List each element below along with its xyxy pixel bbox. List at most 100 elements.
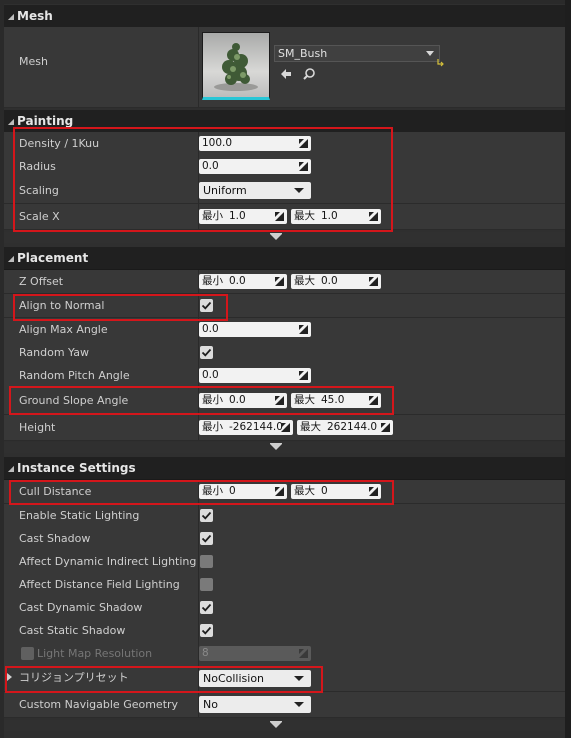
cast-dynamic-shadow-label: Cast Dynamic Shadow <box>19 601 143 614</box>
max-tag: 最大 <box>294 210 315 222</box>
splitter <box>198 27 199 107</box>
drag-handle-icon <box>281 423 290 432</box>
splitter <box>198 596 199 619</box>
splitter <box>198 504 199 527</box>
advanced-expander[interactable] <box>4 442 565 453</box>
drag-handle-icon <box>369 277 378 286</box>
cull-label: Cull Distance <box>19 485 92 498</box>
random-yaw-checkbox[interactable] <box>200 346 213 359</box>
min-tag: 最小 <box>202 485 223 497</box>
drag-handle-icon <box>299 371 308 380</box>
lightmap-label: Light Map Resolution <box>37 647 153 660</box>
scalex-label: Scale X <box>19 210 60 223</box>
radius-value: 0.0 <box>202 160 219 172</box>
category-placement[interactable]: ◢ Placement <box>4 247 565 270</box>
row-scaling: Scaling Uniform <box>4 178 565 204</box>
expand-right-icon[interactable] <box>7 673 12 681</box>
row-cast-dynamic-shadow: Cast Dynamic Shadow <box>4 596 565 620</box>
static-lighting-checkbox[interactable] <box>200 509 213 522</box>
splitter <box>198 527 199 550</box>
nav-geometry-dropdown[interactable]: No <box>199 696 311 713</box>
affect-df-checkbox[interactable] <box>200 578 213 591</box>
mesh-asset-combo[interactable]: SM_Bush <box>274 45 440 62</box>
scalex-max-value: 1.0 <box>321 210 338 222</box>
collision-value: NoCollision <box>203 672 265 685</box>
browse-search-icon[interactable] <box>302 67 316 81</box>
row-affect-dynamic: Affect Dynamic Indirect Lighting <box>4 550 565 574</box>
drag-handle-icon <box>369 487 378 496</box>
cast-static-shadow-checkbox[interactable] <box>200 624 213 637</box>
density-label: Density / 1Kuu <box>19 137 100 150</box>
random-yaw-label: Random Yaw <box>19 346 89 359</box>
height-max-input[interactable]: 最大 262144.0 <box>297 420 393 435</box>
checkmark-icon <box>201 511 212 520</box>
row-zoffset: Z Offset 最小 0.0 最大 0.0 <box>4 270 565 294</box>
row-nav-geometry: Custom Navigable Geometry No <box>4 692 565 718</box>
align-max-value: 0.0 <box>202 323 219 335</box>
drag-handle-icon <box>299 139 308 148</box>
cast-shadow-checkbox[interactable] <box>200 532 213 545</box>
ground-slope-label: Ground Slope Angle <box>19 394 129 407</box>
align-max-input[interactable]: 0.0 <box>199 322 311 337</box>
min-tag: 最小 <box>202 275 223 287</box>
use-selected-arrow-icon[interactable] <box>279 67 293 81</box>
min-tag: 最小 <box>202 210 223 222</box>
static-lighting-label: Enable Static Lighting <box>19 509 140 522</box>
affect-dynamic-checkbox[interactable] <box>200 555 213 568</box>
height-min-input[interactable]: 最小 -262144.0 <box>199 420 293 435</box>
nav-geometry-label: Custom Navigable Geometry <box>19 698 179 711</box>
mesh-thumbnail[interactable] <box>202 32 270 100</box>
drag-handle-icon <box>275 396 284 405</box>
drag-handle-icon <box>369 396 378 405</box>
nav-geometry-value: No <box>203 698 218 711</box>
drag-handle-icon <box>275 277 284 286</box>
row-align-max: Align Max Angle 0.0 <box>4 318 565 342</box>
splitter <box>198 294 199 317</box>
affect-dynamic-label: Affect Dynamic Indirect Lighting <box>19 555 197 568</box>
row-cull-distance: Cull Distance 最小 0 最大 0 <box>4 480 565 504</box>
zoffset-label: Z Offset <box>19 275 64 288</box>
splitter <box>198 341 199 364</box>
checkmark-icon <box>201 348 212 357</box>
drag-handle-icon <box>275 212 284 221</box>
category-painting[interactable]: ◢ Painting <box>4 110 565 133</box>
scalex-max-input[interactable]: 最大 1.0 <box>291 209 381 224</box>
zoffset-min-input[interactable]: 最小 0.0 <box>199 274 287 289</box>
drag-handle-icon <box>275 487 284 496</box>
collision-dropdown[interactable]: NoCollision <box>199 670 311 687</box>
min-tag: 最小 <box>202 421 223 433</box>
cull-max-input[interactable]: 最大 0 <box>291 484 381 499</box>
scrollbar[interactable] <box>565 0 571 738</box>
lightmap-input: 8 <box>199 646 311 661</box>
row-lightmap-resolution: Light Map Resolution 8 <box>4 642 565 666</box>
scalex-min-input[interactable]: 最小 1.0 <box>199 209 287 224</box>
zoffset-max-value: 0.0 <box>321 275 338 287</box>
lightmap-override-checkbox[interactable] <box>21 647 34 660</box>
advanced-expander[interactable] <box>4 720 565 731</box>
align-normal-checkbox[interactable] <box>200 299 213 312</box>
chevron-down-icon <box>426 51 434 56</box>
category-instance-settings[interactable]: ◢ Instance Settings <box>4 457 565 480</box>
random-pitch-input[interactable]: 0.0 <box>199 368 311 383</box>
advanced-expander[interactable] <box>4 232 565 243</box>
radius-input[interactable]: 0.0 <box>199 159 311 174</box>
expand-down-icon <box>270 444 282 450</box>
mesh-label: Mesh <box>19 55 48 68</box>
row-random-yaw: Random Yaw <box>4 341 565 365</box>
mesh-row: Mesh SM_Bush <box>4 27 565 108</box>
cull-min-input[interactable]: 最小 0 <box>199 484 287 499</box>
cull-min-value: 0 <box>229 485 236 497</box>
zoffset-max-input[interactable]: 最大 0.0 <box>291 274 381 289</box>
scaling-dropdown[interactable]: Uniform <box>199 182 311 199</box>
density-input[interactable]: 100.0 <box>199 136 311 151</box>
scaling-value: Uniform <box>203 184 247 197</box>
reset-to-default-icon[interactable] <box>436 58 445 67</box>
ground-slope-max-input[interactable]: 最大 45.0 <box>291 393 381 408</box>
row-random-pitch: Random Pitch Angle 0.0 <box>4 364 565 388</box>
zoffset-min-value: 0.0 <box>229 275 246 287</box>
ground-slope-min-input[interactable]: 最小 0.0 <box>199 393 287 408</box>
drag-handle-icon <box>381 423 390 432</box>
cast-dynamic-shadow-checkbox[interactable] <box>200 601 213 614</box>
cull-max-value: 0 <box>321 485 328 497</box>
category-mesh[interactable]: ◢ Mesh <box>4 5 565 28</box>
